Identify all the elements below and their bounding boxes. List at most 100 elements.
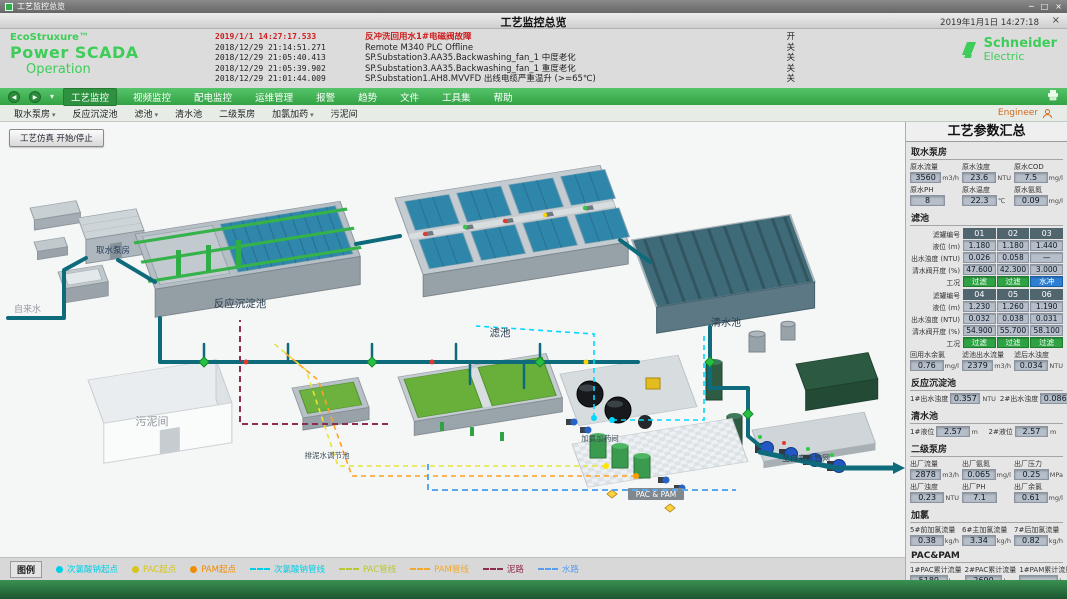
minimize-icon[interactable]: ─ [1029, 0, 1034, 13]
param-cell: 滤后水浊度0.034NTU [1014, 350, 1063, 371]
param-cell: 原水温度22.3℃ [962, 185, 1011, 206]
filter-row-label: 清水阀开度 (%) [910, 325, 962, 336]
titlebar-title: 工艺监控总览 [17, 1, 1029, 12]
param-label: 出厂浊度 [910, 482, 959, 492]
close-icon[interactable]: × [1055, 0, 1062, 13]
nav-history-dropdown-icon[interactable]: ▾ [50, 92, 54, 101]
param-unit: m3/h [942, 174, 959, 182]
submenu-sludge-house[interactable]: 污泥间 [331, 107, 358, 120]
label-intake-pumphouse: 取水泵房 [96, 245, 130, 256]
param-value: 2878 [910, 469, 941, 480]
param-unit: m [972, 428, 985, 436]
label-pac-pam: PAC & PAM [636, 490, 677, 499]
filter-row-label: 工况 [910, 337, 962, 348]
menu-item-files[interactable]: 文件 [393, 89, 426, 105]
param-value: 0.065 [962, 469, 996, 480]
unit-filter-basin[interactable] [395, 165, 631, 297]
alarm-row[interactable]: 2018/12/29 21:01:44.009SP.Substation1.AH… [215, 74, 795, 85]
param-value: 0.23 [910, 492, 944, 503]
alarm-row[interactable]: 2018/12/29 21:05:40.413SP.Substation3.AA… [215, 53, 795, 64]
status-bar [0, 580, 1067, 599]
filter-value: — [1030, 252, 1063, 263]
param-cell: 2#PAC累计流量2690L [965, 565, 1017, 580]
param-cell: 1#PAM累计流量L [1019, 565, 1067, 580]
menu-item-help[interactable]: 帮助 [487, 89, 520, 105]
page-close-icon[interactable]: × [1052, 15, 1060, 26]
param-unit: mg/l [1049, 494, 1063, 502]
logo-line3: Operation [26, 62, 139, 77]
unit-sludge-regulation-pond[interactable] [292, 377, 369, 430]
alarm-time: 2018/12/29 21:05:40.413 [215, 53, 365, 64]
param-value: 2379 [962, 360, 993, 371]
maximize-icon[interactable]: □ [1041, 0, 1049, 13]
param-label: 出厂流量 [910, 459, 959, 469]
forward-button[interactable]: ▶ [29, 91, 41, 103]
unit-reuse-ponds[interactable] [398, 353, 562, 441]
param-unit: NTU [945, 494, 959, 502]
submenu-dosing[interactable]: 加氯加药▾ [272, 107, 314, 120]
alarm-row[interactable]: 2018/12/29 21:05:39.902SP.Substation3.AA… [215, 64, 795, 75]
param-label: 2#出水浊度 [1000, 394, 1038, 404]
simulation-toggle-button[interactable]: 工艺仿真 开始/停止 [9, 129, 104, 147]
user-menu[interactable]: Engineer [998, 108, 1053, 119]
unit-sludge-house[interactable] [88, 360, 232, 464]
param-cell: 原水氨氮0.09mg/l [1014, 185, 1063, 206]
printer-icon[interactable] [1047, 89, 1059, 104]
filter-col-header: 03 [1030, 228, 1063, 239]
alarm-row[interactable]: 2018/12/29 21:14:51.271Remote M340 PLC O… [215, 43, 795, 54]
param-cell: 2#液位2.57m [989, 426, 1064, 437]
filter-row-label: 工况 [910, 276, 962, 287]
menu-item-maintenance[interactable]: 运维管理 [248, 89, 300, 105]
label-tapwater: 自来水 [14, 303, 41, 315]
param-label: 原水温度 [962, 185, 1011, 195]
legend-item: 水路 [538, 563, 579, 575]
param-value: 7.1 [962, 492, 997, 503]
filter-status: 过滤 [963, 337, 996, 348]
section-title: 加氯 [910, 506, 1063, 523]
param-label: 原水流量 [910, 162, 959, 172]
submenu-clearwell[interactable]: 清水池 [175, 107, 202, 120]
legend-label: PAM起点 [201, 563, 236, 575]
app-header-bar: 工艺监控总览 2019年1月1日 14:27:18 × [0, 13, 1067, 29]
submenu-intake-pumphouse[interactable]: 取水泵房▾ [14, 107, 56, 120]
menu-item-trends[interactable]: 趋势 [351, 89, 384, 105]
section-chlorination: 加氯 5#前加氯流量0.38kg/h 6#主加氯流量3.34kg/h 7#后加氯… [906, 505, 1067, 548]
brand-line2: Electric [984, 51, 1057, 63]
submenu-sedimentation[interactable]: 反应沉淀池 [73, 107, 118, 120]
param-cell: 1#出水浊度0.357NTU [910, 393, 996, 404]
filter-value: 0.031 [1030, 313, 1063, 324]
filter-status: 水冲 [1030, 276, 1063, 287]
alarm-state: 关 [777, 43, 795, 54]
param-unit: MPa [1050, 471, 1063, 479]
unit-clearwell[interactable] [632, 215, 815, 352]
label-to-network: 至自来水管网 [782, 453, 830, 463]
filter-status: 过滤 [963, 276, 996, 287]
submenu-filter[interactable]: 滤池▾ [135, 107, 159, 120]
param-value: 5180 [910, 575, 948, 580]
menu-item-power-monitor[interactable]: 配电监控 [187, 89, 239, 105]
back-button[interactable]: ◀ [8, 91, 20, 103]
section-title: PAC&PAM [910, 549, 1063, 563]
param-cell: 原水浊度23.6NTU [962, 162, 1011, 183]
menu-item-video-monitor[interactable]: 视频监控 [126, 89, 178, 105]
chevron-down-icon: ▾ [52, 111, 56, 119]
label-regulation-pond: 排泥水调节池 [305, 450, 350, 460]
param-value: 0.25 [1014, 469, 1049, 480]
app-icon [5, 3, 13, 11]
section-pac-pam: PAC&PAM 1#PAC累计流量5180L 2#PAC累计流量2690L 1#… [906, 548, 1067, 580]
menu-item-alarms[interactable]: 报警 [309, 89, 342, 105]
menu-item-tools[interactable]: 工具集 [435, 89, 478, 105]
legend-label: 泥路 [507, 563, 524, 575]
param-cell: 原水流量3560m3/h [910, 162, 959, 183]
param-cell: 1#PAC累计流量5180L [910, 565, 962, 580]
menu-item-process-monitor[interactable]: 工艺监控 [63, 88, 117, 106]
legend-label: 次氯酸钠起点 [67, 563, 118, 575]
param-cell: 出厂浊度0.23NTU [910, 482, 959, 503]
param-unit: m [1050, 428, 1063, 436]
section-intake-pumphouse: 取水泵房 原水流量3560m3/h 原水浊度23.6NTU 原水COD7.5mg… [906, 142, 1067, 208]
alarm-row[interactable]: 2019/1/1 14:27:17.533反冲洗回用水1#电磁阀故障开 [215, 32, 795, 43]
param-unit: kg/h [945, 537, 959, 545]
submenu-secondary-pumphouse[interactable]: 二级泵房 [219, 107, 255, 120]
param-cell: 原水PH8 [910, 185, 959, 206]
param-cell: 6#主加氯流量3.34kg/h [962, 525, 1011, 546]
